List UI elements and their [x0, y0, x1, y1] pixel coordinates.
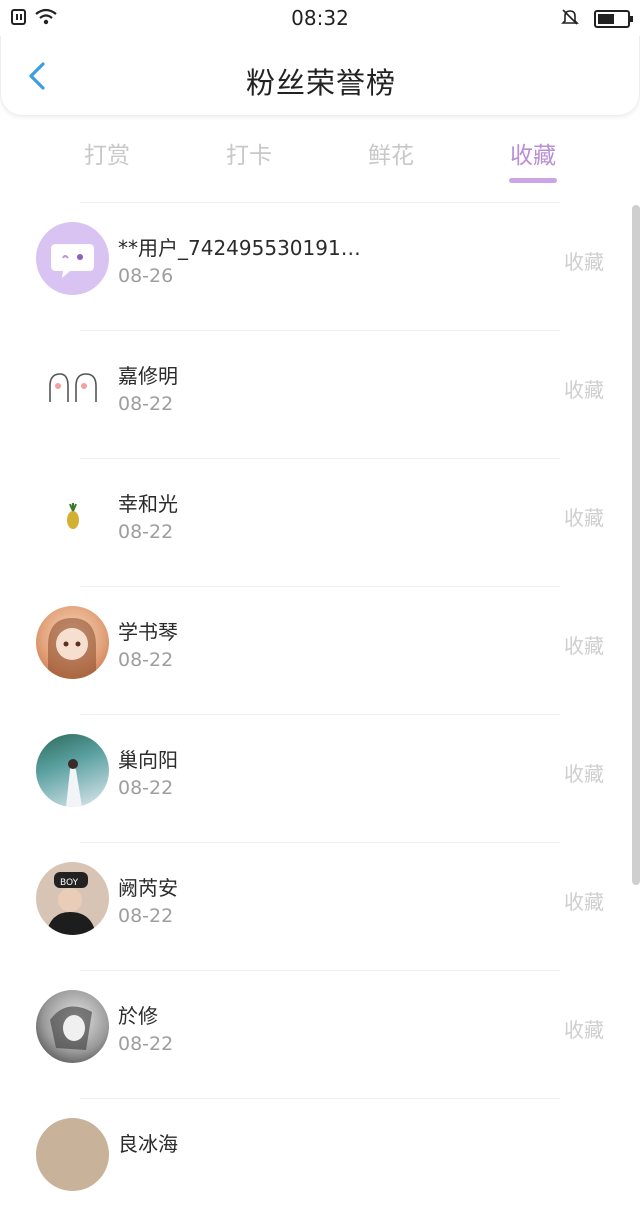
avatar: BOY	[36, 862, 109, 935]
list-item[interactable]: 幸和光 08-22 收藏	[0, 458, 640, 586]
list-item[interactable]: **用户_742495530191… 08-26 收藏	[0, 202, 640, 330]
fan-action: 收藏	[564, 506, 604, 530]
fan-name: 巢向阳	[118, 748, 178, 772]
fan-name: 於修	[118, 1004, 158, 1028]
divider	[80, 714, 560, 715]
avatar	[36, 606, 109, 679]
svg-text:BOY: BOY	[60, 878, 79, 888]
divider	[80, 458, 560, 459]
tab-bar: 打赏 打卡 鲜花 收藏	[0, 124, 640, 186]
fan-date: 08-22	[118, 521, 174, 543]
avatar	[36, 350, 109, 423]
fan-name: 良冰海	[118, 1132, 178, 1156]
list-item[interactable]: 良冰海	[0, 1098, 640, 1226]
status-right	[560, 7, 633, 31]
fan-action: 收藏	[564, 378, 604, 402]
fan-date: 08-22	[118, 393, 174, 415]
avatar	[36, 222, 109, 295]
fan-action: 收藏	[564, 1018, 604, 1042]
divider	[80, 842, 560, 843]
scrollbar[interactable]	[632, 205, 640, 885]
active-tab-indicator	[509, 178, 557, 183]
monochrome-anime-avatar-icon	[50, 1006, 92, 1050]
tab-checkin[interactable]: 打卡	[199, 136, 299, 170]
fan-date: 08-22	[118, 1033, 174, 1055]
fan-name: **用户_742495530191…	[118, 236, 361, 260]
list-item[interactable]: 学书琴 08-22 收藏	[0, 586, 640, 714]
fan-date: 08-22	[118, 777, 174, 799]
divider	[80, 970, 560, 971]
tab-favorites[interactable]: 收藏	[483, 136, 583, 170]
avatar	[36, 734, 109, 807]
list-item[interactable]: 巢向阳 08-22 收藏	[0, 714, 640, 842]
cap-figure-avatar-icon: BOY	[46, 872, 96, 935]
list-item[interactable]: 嘉修明 08-22 收藏	[0, 330, 640, 458]
fan-action: 收藏	[564, 250, 604, 274]
fan-date: 08-22	[118, 649, 174, 671]
list-item[interactable]: BOY 阙芮安 08-22 收藏	[0, 842, 640, 970]
fan-name: 幸和光	[118, 492, 178, 516]
fan-name: 学书琴	[118, 620, 178, 644]
fan-action: 收藏	[564, 762, 604, 786]
status-time: 08:32	[291, 6, 349, 30]
divider	[80, 202, 560, 203]
forest-figure-avatar-icon	[66, 759, 82, 807]
tab-reward[interactable]: 打赏	[57, 136, 157, 170]
fan-name: 阙芮安	[118, 876, 178, 900]
status-bar: 08:32	[0, 0, 640, 36]
battery-icon	[594, 10, 633, 28]
tab-flowers[interactable]: 鲜花	[341, 136, 441, 170]
fan-action: 收藏	[564, 890, 604, 914]
fan-name: 嘉修明	[118, 364, 178, 388]
avatar	[36, 1118, 109, 1191]
fan-action: 收藏	[564, 634, 604, 658]
silent-bell-icon	[560, 7, 580, 31]
avatar	[36, 478, 109, 551]
fan-date: 08-22	[118, 905, 174, 927]
divider	[80, 330, 560, 331]
avatar	[36, 990, 109, 1063]
anime-girl-avatar-icon	[48, 618, 96, 679]
fan-date: 08-26	[118, 265, 174, 287]
list-item[interactable]: 於修 08-22 收藏	[0, 970, 640, 1098]
divider	[80, 586, 560, 587]
divider	[80, 1098, 560, 1099]
pineapple-icon	[67, 503, 79, 529]
cartoon-hands-icon	[49, 373, 97, 402]
fan-list: **用户_742495530191… 08-26 收藏 嘉修明 08-22 收藏…	[0, 202, 640, 1226]
page-title: 粉丝荣誉榜	[245, 66, 396, 100]
chat-bubble-icon	[51, 244, 94, 278]
top-nav: 粉丝荣誉榜	[0, 36, 640, 116]
